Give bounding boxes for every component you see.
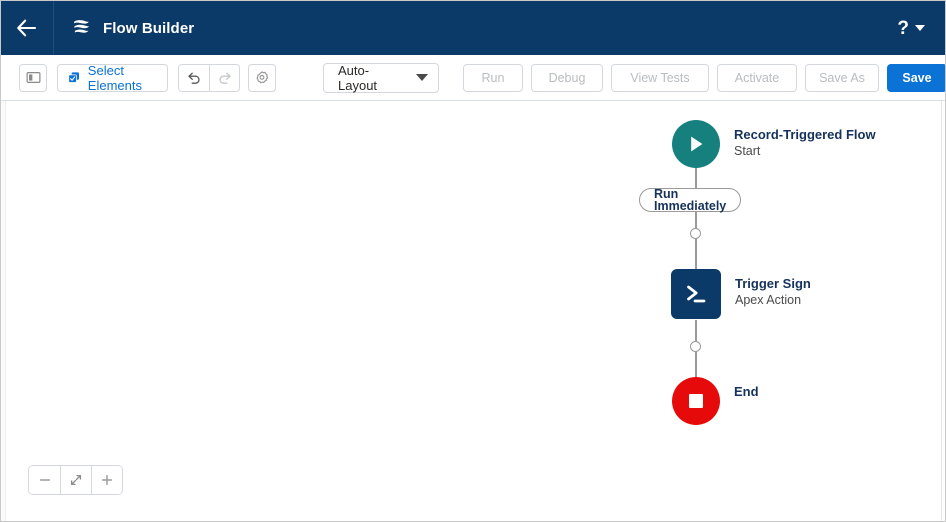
fit-to-view-button[interactable] [60,466,91,494]
redo-button[interactable] [209,64,239,91]
debug-label: Debug [548,70,586,85]
apex-node-labels: Trigger Sign Apex Action [721,269,811,309]
apex-node-subtitle: Apex Action [735,293,802,307]
multi-select-checkbox-icon [68,72,80,83]
start-node-title: Record-Triggered Flow [734,127,876,142]
start-node-shape[interactable] [672,120,720,168]
back-button[interactable] [1,1,53,55]
start-node-labels: Record-Triggered Flow Start [720,120,876,160]
end-node-labels: End [720,377,759,400]
save-label: Save [902,70,932,85]
flow-node-start[interactable]: Record-Triggered Flow Start [672,120,876,168]
start-node-subtitle: Start [734,144,761,158]
canvas-left-edge [1,101,6,521]
flow-settings-button[interactable] [248,63,276,92]
toolbar: Select Elements Auto-Layout Run Debug Vi… [1,55,945,101]
chevron-down-icon [416,74,428,81]
toggle-left-panel-button[interactable] [19,63,47,92]
view-tests-button[interactable]: View Tests [611,63,709,92]
run-immediately-label: Run Immediately [654,186,727,213]
redo-arrow-icon [218,72,231,84]
undo-arrow-icon [188,72,200,84]
arrow-left-icon [17,19,37,37]
run-label: Run [481,70,505,85]
save-button[interactable]: Save [887,63,945,92]
apex-terminal-icon [687,285,706,303]
help-question-icon: ? [897,17,909,39]
apex-node-title: Trigger Sign [735,276,811,291]
flow-node-apex-action[interactable]: Trigger Sign Apex Action [671,269,811,319]
flow-canvas[interactable]: Record-Triggered Flow Start Run Immediat… [1,101,945,521]
left-panel-toggle-icon [26,72,40,83]
stop-square-icon [689,394,703,408]
run-immediately-pill[interactable]: Run Immediately [639,186,742,213]
add-element-button-top[interactable] [690,228,701,239]
help-menu-button[interactable]: ? [897,17,945,39]
select-elements-label: Select Elements [87,62,142,93]
save-as-label: Save As [819,70,865,85]
minus-icon [39,479,50,481]
undo-redo-group [178,63,240,92]
undo-button[interactable] [179,64,209,91]
fit-to-view-icon [70,474,82,486]
view-tests-label: View Tests [630,70,690,85]
layout-mode-value: Auto-Layout [338,62,378,93]
apex-node-shape[interactable] [671,269,721,319]
app-header: Flow Builder ? [1,1,945,55]
end-node-shape[interactable] [672,377,720,425]
flow-builder-window: Flow Builder ? Select Elements Auto-Layo… [0,0,946,522]
zoom-out-button[interactable] [29,466,60,494]
end-node-title: End [734,384,759,399]
zoom-in-button[interactable] [91,466,122,494]
brand-group: Flow Builder [54,17,194,39]
select-elements-button[interactable]: Select Elements [57,62,168,93]
canvas-scrollbar-track[interactable] [941,101,945,521]
layout-mode-dropdown[interactable]: Auto-Layout [323,62,439,93]
zoom-controls [28,465,123,495]
page-title: Flow Builder [103,19,195,37]
debug-button[interactable]: Debug [531,63,603,92]
activate-button[interactable]: Activate [717,63,797,92]
add-element-button-bottom[interactable] [690,341,701,352]
chevron-down-icon [915,25,925,31]
gear-icon [256,70,269,83]
flow-builder-logo-icon [74,20,90,33]
plus-icon [101,474,113,486]
save-as-button[interactable]: Save As [805,63,879,92]
flow-node-end[interactable]: End [672,377,759,425]
run-button[interactable]: Run [463,63,523,92]
activate-label: Activate [734,70,780,85]
play-triangle-icon [691,136,703,152]
